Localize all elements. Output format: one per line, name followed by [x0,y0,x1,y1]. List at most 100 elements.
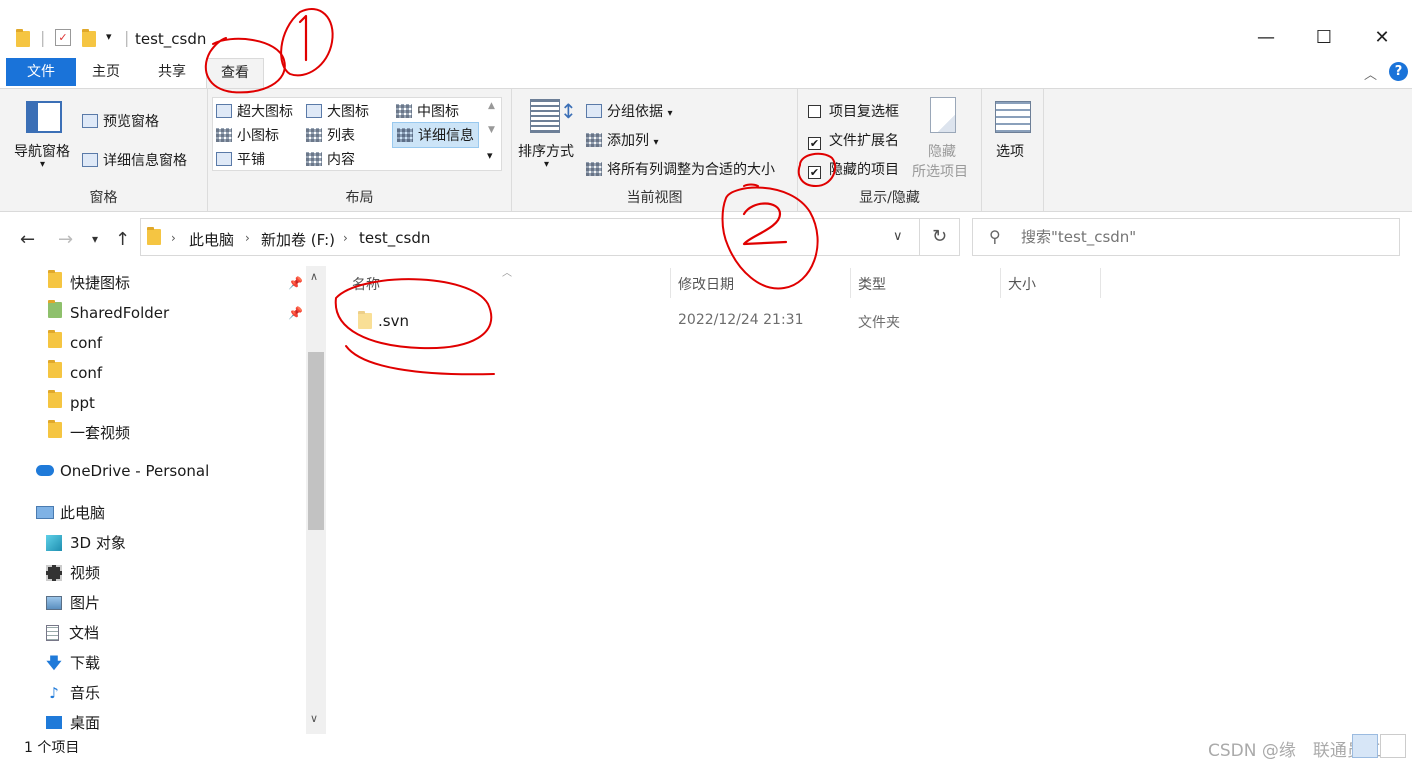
breadcrumb-separator-icon[interactable]: › [343,231,348,245]
recent-locations-chevron-icon[interactable]: ▾ [92,232,98,246]
search-input[interactable] [1021,228,1381,246]
chevron-down-icon[interactable]: ▾ [544,159,549,170]
small-icons-icon [216,128,232,142]
back-arrow-icon[interactable]: ← [20,229,35,250]
breadcrumb-separator-icon[interactable]: › [245,231,250,245]
pin-icon[interactable]: 📌 [288,276,303,290]
breadcrumb-this-pc[interactable]: 此电脑 [189,229,234,250]
sidebar-item-conf-2[interactable]: conf [48,360,102,382]
hide-selected-label[interactable]: 隐藏 [928,141,956,161]
collapse-ribbon-icon[interactable]: ︿ [1364,64,1377,83]
column-divider[interactable] [670,268,671,298]
gallery-scroll-up-icon[interactable]: ▲ [488,101,495,111]
sidebar-scrollbar[interactable]: ∧ ∨ [306,266,326,734]
item-checkboxes-toggle[interactable]: 项目复选框 [808,101,899,121]
sidebar-item-pictures[interactable]: 图片 [46,592,100,613]
large-icons-view-button[interactable] [1380,734,1406,758]
file-name: .svn [378,312,409,330]
layout-large-icons[interactable]: 大图标 [306,101,369,121]
address-dropdown-icon[interactable]: ∨ [893,229,903,244]
details-view-button[interactable] [1352,734,1378,758]
add-column-button[interactable]: 添加列 ▾ [586,130,658,150]
maximize-button[interactable]: ☐ [1310,26,1338,50]
sidebar-item-desktop[interactable]: 桌面 [46,712,100,733]
sidebar-item-ppt[interactable]: ppt [48,390,95,412]
file-type: 文件夹 [858,315,900,331]
details-pane-icon [82,153,98,167]
layout-details[interactable]: 详细信息 [392,122,479,148]
tab-view[interactable]: 查看 [206,58,264,88]
fit-columns-icon [586,162,602,176]
preview-pane-button[interactable]: 预览窗格 [82,111,159,131]
layout-extra-large-icons[interactable]: 超大图标 [216,101,293,121]
customize-toolbar-icon[interactable]: ▾ [106,30,112,43]
up-arrow-icon[interactable]: ↑ [115,229,130,250]
checkbox-checked[interactable]: ✔ [808,137,821,150]
properties-icon[interactable]: ✓ [55,29,71,46]
sidebar-item-sharedfolder[interactable]: SharedFolder [48,300,169,322]
sidebar-item-shortcuts[interactable]: 快捷图标 [48,270,130,293]
table-row[interactable]: .svn 2022/12/24 21:31 文件夹 [350,306,1110,334]
gallery-scroll-down-icon[interactable]: ▼ [488,125,495,135]
sidebar-item-videos[interactable]: 视频 [46,562,100,583]
details-pane-button[interactable]: 详细信息窗格 [82,150,187,170]
fit-columns-button[interactable]: 将所有列调整为合适的大小 [586,159,775,179]
column-divider[interactable] [850,268,851,298]
scrollbar-thumb[interactable] [308,352,324,530]
sidebar-item-3d-objects[interactable]: 3D 对象 [46,532,126,553]
address-bar[interactable]: › 此电脑 › 新加卷 (F:) › test_csdn ∨ [140,218,920,256]
medium-icons-icon [396,104,412,118]
checkbox[interactable] [808,105,821,118]
breadcrumb-drive[interactable]: 新加卷 (F:) [261,229,335,250]
gallery-expand-icon[interactable]: ▾ [487,149,493,162]
column-header-type[interactable]: 类型 [858,274,886,294]
group-by-button[interactable]: 分组依据 ▾ [586,101,672,121]
options-button[interactable]: 选项 [996,141,1024,161]
navigation-pane-button[interactable]: 导航窗格 [14,141,70,161]
file-modified: 2022/12/24 21:31 [678,312,804,328]
sidebar-item-documents[interactable]: 文档 [46,622,99,643]
scroll-down-icon[interactable]: ∨ [310,712,318,725]
minimize-button[interactable]: — [1252,26,1280,50]
group-pane: 导航窗格 ▾ 预览窗格 详细信息窗格 窗格 [0,89,208,211]
sidebar-item-music[interactable]: ♪ 音乐 [46,682,100,703]
tab-file[interactable]: 文件 [6,58,76,86]
forward-arrow-icon[interactable]: → [58,229,73,250]
layout-content[interactable]: 内容 [306,149,355,169]
refresh-button[interactable]: ↻ [920,218,960,256]
scroll-up-icon[interactable]: ∧ [310,270,318,283]
column-header-size[interactable]: 大小 [1008,274,1036,294]
help-icon[interactable]: ? [1389,62,1408,81]
sidebar-item-videos-set[interactable]: 一套视频 [48,420,130,443]
column-divider[interactable] [1100,268,1101,298]
chevron-down-icon[interactable]: ▾ [40,159,45,170]
new-folder-icon[interactable] [82,29,96,51]
breadcrumb-separator-icon[interactable]: › [171,231,176,245]
pin-icon[interactable]: 📌 [288,306,303,320]
layout-list[interactable]: 列表 [306,125,355,145]
tab-share[interactable]: 共享 [144,58,200,86]
column-header-name[interactable]: 名称 [352,274,380,294]
file-extensions-toggle[interactable]: ✔ 文件扩展名 [808,130,899,150]
close-button[interactable]: ✕ [1368,26,1396,50]
sidebar-item-onedrive[interactable]: OneDrive - Personal [36,462,209,480]
group-label: 窗格 [89,190,118,206]
folder-icon [358,311,372,333]
sidebar-item-downloads[interactable]: 🡇 下载 [46,652,100,678]
layout-small-icons[interactable]: 小图标 [216,125,279,145]
sidebar-item-this-pc[interactable]: 此电脑 [36,502,105,523]
column-header-modified[interactable]: 修改日期 [678,274,734,294]
checkbox-checked[interactable]: ✔ [808,166,821,179]
breadcrumb-folder[interactable]: test_csdn [359,229,430,247]
column-divider[interactable] [1000,268,1001,298]
layout-tiles[interactable]: 平铺 [216,149,265,169]
tab-home[interactable]: 主页 [78,58,134,86]
search-box[interactable]: ⚲ [972,218,1400,256]
hide-selected-label-2[interactable]: 所选项目 [912,161,968,181]
search-icon: ⚲ [989,227,1001,246]
separator: | [40,28,46,47]
hidden-items-toggle[interactable]: ✔ 隐藏的项目 [808,159,899,179]
sort-by-button[interactable]: 排序方式 [518,141,574,161]
sidebar-item-conf[interactable]: conf [48,330,102,352]
layout-medium-icons[interactable]: 中图标 [396,101,459,121]
